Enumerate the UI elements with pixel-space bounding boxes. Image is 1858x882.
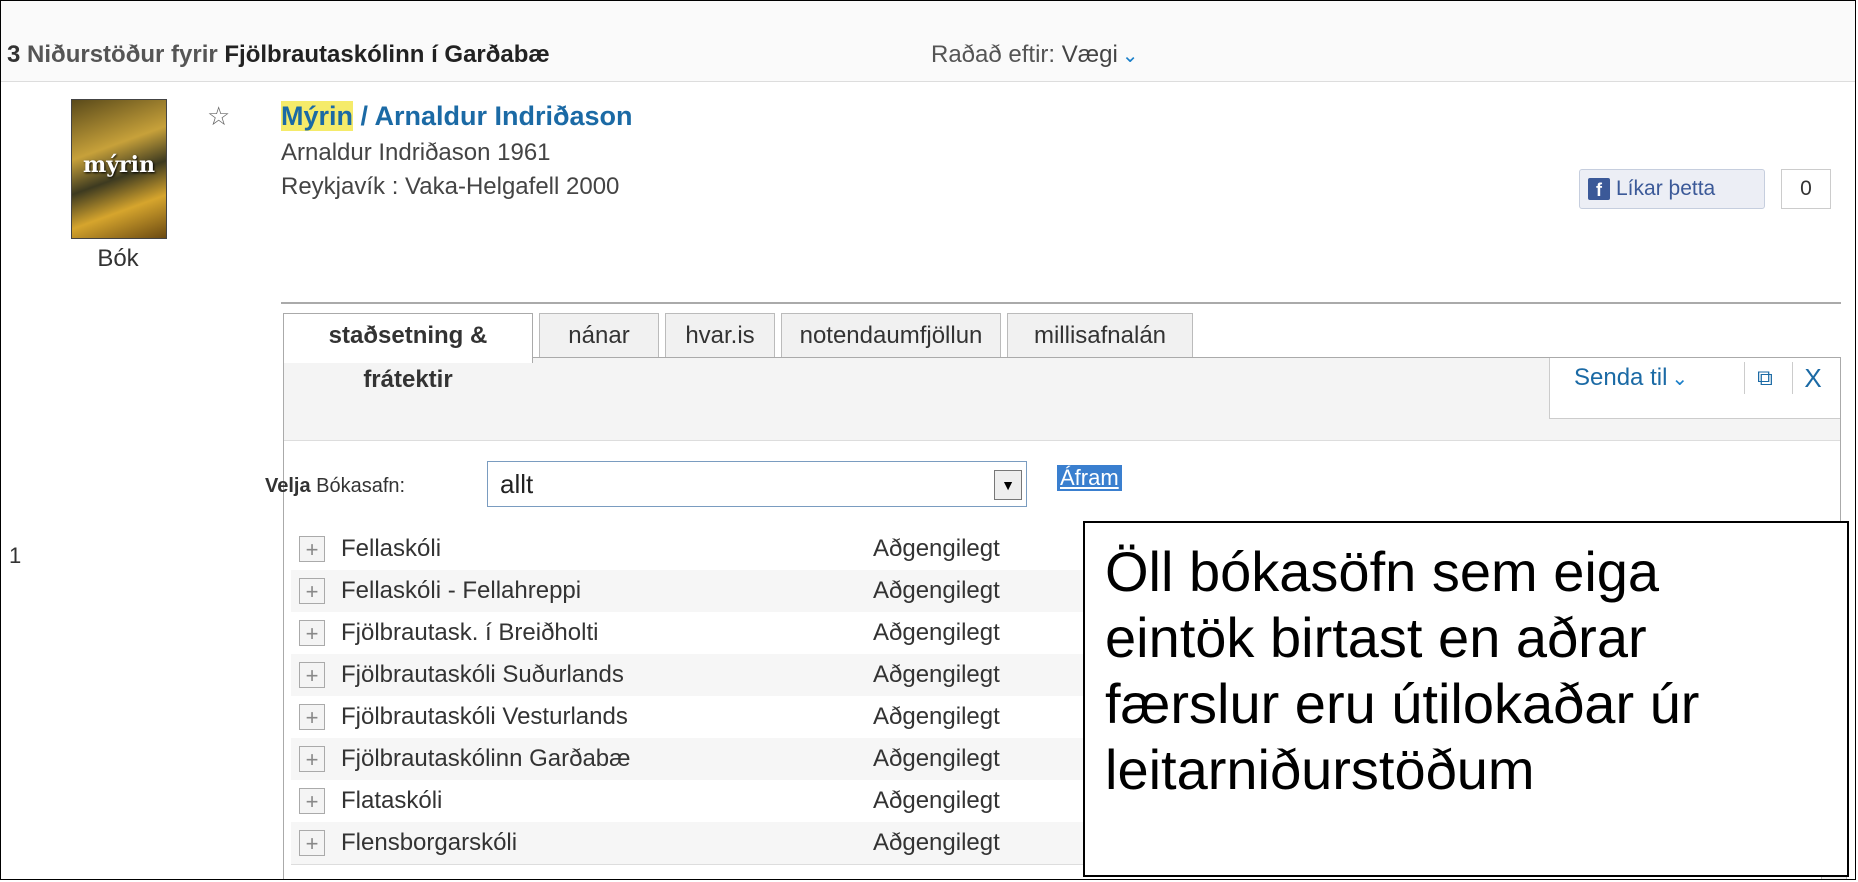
tab-hvar-is[interactable]: hvar.is — [665, 313, 775, 359]
tab-interlibrary-loan[interactable]: millisafnalán — [1007, 313, 1193, 359]
like-count: 0 — [1781, 169, 1831, 209]
library-select-value: allt — [500, 469, 534, 499]
expand-plus-icon[interactable]: + — [299, 704, 325, 730]
availability-status: Aðgengilegt — [873, 619, 1000, 646]
results-count: 3 — [7, 41, 21, 68]
results-prefix: Niðurstöður fyrir — [27, 41, 218, 68]
tab-location-reservations[interactable]: staðsetning & frátektir — [283, 313, 533, 393]
panel-actions: Senda til ⌄ ⧉ X — [1549, 358, 1840, 419]
title-highlight: Mýrin — [281, 101, 354, 131]
sort-value[interactable]: Vægi — [1062, 41, 1118, 68]
facebook-icon: f — [1588, 178, 1610, 200]
callout-line: leitarniðurstöðum — [1105, 738, 1535, 801]
search-term: Fjölbrautaskólinn í Garðabæ — [224, 41, 550, 68]
divider — [281, 302, 1841, 304]
library-name: Fellaskóli — [341, 535, 442, 562]
library-name: Fjölbrautaskólinn Garðabæ — [341, 745, 631, 772]
callout-line: færslur eru útilokaðar úr — [1105, 672, 1700, 735]
expand-plus-icon[interactable]: + — [299, 578, 325, 604]
library-name: Fjölbrautask. í Breiðholti — [341, 619, 599, 646]
cover-title: mýrin — [82, 152, 155, 178]
expand-plus-icon[interactable]: + — [299, 620, 325, 646]
star-icon[interactable]: ☆ — [207, 101, 230, 132]
title-rest: / Arnaldur Indriðason — [353, 101, 633, 131]
sort-label: Raðað eftir: — [931, 41, 1056, 68]
sort-control[interactable]: Raðað eftir: Vægi ⌄ — [931, 41, 1139, 69]
library-name: Flensborgarskóli — [341, 829, 518, 856]
expand-plus-icon[interactable]: + — [299, 662, 325, 688]
facebook-like-button[interactable]: f Líkar þetta — [1579, 169, 1765, 209]
chevron-down-icon: ⌄ — [1671, 368, 1689, 390]
library-select-label: Velja Bókasafn: — [265, 475, 405, 498]
record-title[interactable]: Mýrin / Arnaldur Indriðason — [281, 101, 633, 132]
expand-plus-icon[interactable]: + — [299, 536, 325, 562]
library-select[interactable]: allt ▼ — [487, 461, 1027, 507]
record-title-link[interactable]: Mýrin / Arnaldur Indriðason — [281, 101, 633, 131]
book-cover-thumbnail[interactable]: mýrin — [71, 99, 167, 239]
availability-status: Aðgengilegt — [873, 787, 1000, 814]
availability-status: Aðgengilegt — [873, 577, 1000, 604]
expand-plus-icon[interactable]: + — [299, 746, 325, 772]
chevron-down-icon[interactable]: ⌄ — [1122, 45, 1139, 67]
material-type-label: Bók — [97, 245, 139, 272]
close-icon[interactable]: X — [1792, 362, 1833, 394]
callout-line: Öll bókasöfn sem eiga — [1105, 540, 1660, 603]
availability-status: Aðgengilegt — [873, 829, 1000, 856]
dropdown-arrow-icon[interactable]: ▼ — [994, 470, 1022, 500]
results-header: 3 Niðurstöður fyrir Fjölbrautaskólinn í … — [1, 1, 1855, 82]
availability-status: Aðgengilegt — [873, 703, 1000, 730]
library-label-bold: Velja — [265, 475, 311, 497]
send-to-label: Senda til — [1574, 364, 1668, 391]
screenshot-frame: 3 Niðurstöður fyrir Fjölbrautaskólinn í … — [0, 0, 1856, 880]
expand-plus-icon[interactable]: + — [299, 830, 325, 856]
library-name: Fellaskóli - Fellahreppi — [341, 577, 582, 604]
library-name: Fjölbrautaskóli Suðurlands — [341, 661, 624, 688]
record-publisher: Reykjavík : Vaka-Helgafell 2000 — [281, 173, 620, 200]
availability-status: Aðgengilegt — [873, 661, 1000, 688]
library-label-text: Bókasafn: — [310, 475, 406, 497]
availability-status: Aðgengilegt — [873, 745, 1000, 772]
callout-line: eintök birtast en aðrar — [1105, 606, 1647, 669]
library-name: Fjölbrautaskóli Vesturlands — [341, 703, 628, 730]
tab-details[interactable]: nánar — [539, 313, 659, 359]
availability-status: Aðgengilegt — [873, 535, 1000, 562]
expand-plus-icon[interactable]: + — [299, 788, 325, 814]
record-author: Arnaldur Indriðason 1961 — [281, 139, 551, 166]
tab-user-reviews[interactable]: notendaumfjöllun — [781, 313, 1001, 359]
go-button[interactable]: Áfram — [1057, 465, 1122, 491]
results-summary: 3 Niðurstöður fyrir Fjölbrautaskólinn í … — [7, 41, 550, 69]
open-external-icon[interactable]: ⧉ — [1744, 362, 1785, 394]
record-number: 1 — [9, 543, 22, 568]
annotation-callout: Öll bókasöfn sem eiga eintök birtast en … — [1083, 521, 1849, 877]
send-to-button[interactable]: Senda til ⌄ — [1574, 364, 1688, 392]
library-name: Flataskóli — [341, 787, 443, 814]
like-label: Líkar þetta — [1616, 177, 1716, 200]
